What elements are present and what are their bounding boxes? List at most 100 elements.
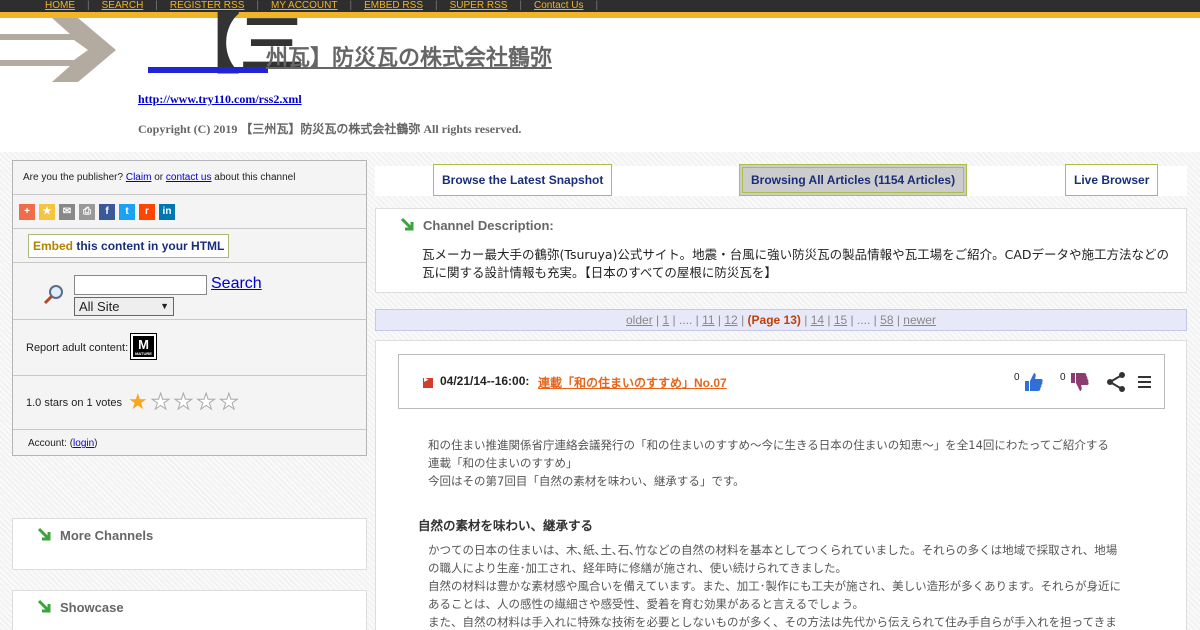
all-articles-button[interactable]: Browsing All Articles (1154 Articles)	[739, 164, 968, 196]
article-body-line: かつての日本の住まいは、木､紙､土､石､竹などの自然の材料を基本としてつくられて…	[428, 543, 1118, 557]
contact-us-link[interactable]: contact us	[166, 172, 212, 183]
or-text: or	[154, 172, 164, 183]
reddit-icon[interactable]: r	[139, 204, 155, 220]
article-body: かつての日本の住まいは、木､紙､土､石､竹などの自然の材料を基本としてつくられて…	[428, 541, 1148, 630]
star-empty-icon[interactable]: ★	[218, 390, 239, 413]
site-scope-value: All Site	[79, 299, 120, 314]
linkedin-icon[interactable]: in	[159, 204, 175, 220]
star-rating[interactable]: ★ ★ ★ ★ ★	[128, 390, 239, 413]
article-intro: 和の住まい推進関係省庁連絡会議発行の「和の住まいのすすめ～今に生きる日本の住まい…	[428, 436, 1148, 490]
rating-row: 1.0 stars on 1 votes ★ ★ ★ ★ ★	[13, 376, 366, 430]
mature-badge-sub: MATURE	[135, 351, 152, 356]
article-intro-line: 和の住まい推進関係省庁連絡会議発行の「和の住まいのすすめ～今に生きる日本の住まい…	[428, 438, 1109, 452]
pager-older[interactable]: older	[626, 313, 653, 327]
nav-separator: |	[435, 0, 438, 11]
article-title-link[interactable]: 連載「和の住まいのすすめ」No.07	[538, 374, 727, 391]
share-row: + ★ ✉ ⎙ f t r in	[13, 195, 366, 229]
article-header: 04/21/14--16:00: 連載「和の住まいのすすめ」No.07 0 0	[398, 354, 1165, 409]
article-body-line: また、自然の材料は手入れに特殊な技術を必要としないものが多く、その方法は先代から…	[428, 615, 1117, 629]
favorite-star-icon[interactable]: ★	[39, 204, 55, 220]
thumbs-down-icon[interactable]	[1068, 371, 1090, 393]
mature-badge-icon[interactable]: M MATURE	[130, 333, 157, 360]
search-row: Search All Site ▼	[13, 263, 366, 320]
site-scope-select[interactable]: All Site ▼	[74, 297, 174, 316]
pager-ellipsis: ....	[857, 313, 871, 327]
live-browser-button[interactable]: Live Browser	[1065, 164, 1159, 196]
account-row: Account: (login)	[28, 438, 98, 449]
nav-search[interactable]: SEARCH	[102, 0, 144, 12]
mature-badge-letter: M	[138, 337, 149, 352]
search-input[interactable]	[74, 275, 207, 295]
publisher-row: Are you the publisher? Claim or contact …	[13, 161, 366, 195]
article-body-line: の職人により生産･加工され、経年時に修繕が施され、使い続けられてきました。	[428, 561, 848, 575]
article-body-line: あることは、人の感性の繊細さや感受性、愛着を育む効果があると言えるでしょう。	[428, 597, 864, 611]
showcase-box: Showcase	[12, 590, 367, 630]
article-date: 04/21/14--16:00:	[440, 374, 530, 388]
article-intro-line: 今回はその第7回目「自然の素材を味わい、継承する」です。	[428, 474, 745, 488]
nav-separator: |	[349, 0, 353, 11]
facebook-icon[interactable]: f	[99, 204, 115, 220]
description-text: 瓦メーカー最大手の鶴弥(Tsuruya)公式サイト。地震・台風に強い防災瓦の製品…	[422, 247, 1170, 280]
twitter-icon[interactable]: t	[119, 204, 135, 220]
feed-url-link[interactable]: http://www.try110.com/rss2.xml	[138, 92, 302, 107]
adult-report-row: Report adult content: M MATURE	[13, 320, 366, 376]
rating-text: 1.0 stars on 1 votes	[26, 397, 122, 409]
green-arrow-icon	[37, 599, 51, 613]
email-icon[interactable]: ✉	[59, 204, 75, 220]
channel-title[interactable]: 州瓦】防災瓦の株式会社鶴弥	[266, 40, 552, 72]
embed-word: Embed	[33, 239, 74, 253]
latest-snapshot-button[interactable]: Browse the Latest Snapshot	[433, 164, 613, 196]
sidebar-panel: Are you the publisher? Claim or contact …	[12, 160, 367, 456]
star-empty-icon[interactable]: ★	[196, 390, 217, 413]
embed-button[interactable]: Embed this content in your HTML	[28, 234, 230, 258]
embed-row: Embed this content in your HTML	[13, 229, 366, 263]
chevron-down-icon: ▼	[160, 301, 169, 311]
print-icon[interactable]: ⎙	[79, 204, 95, 220]
star-empty-icon[interactable]: ★	[173, 390, 194, 413]
pager-page-1[interactable]: 1	[662, 313, 669, 327]
article-intro-line: 連載「和の住まいのすすめ」	[428, 456, 578, 470]
nav-separator: |	[519, 0, 523, 11]
article-section-heading: 自然の素材を味わい、継承する	[418, 518, 594, 533]
star-empty-icon[interactable]: ★	[150, 390, 171, 413]
menu-icon[interactable]	[1135, 371, 1157, 393]
embed-text: this content in your HTML	[76, 239, 225, 253]
star-filled-icon[interactable]: ★	[128, 391, 148, 413]
pager-page-14[interactable]: 14	[811, 313, 824, 327]
publisher-prefix: Are you the publisher?	[23, 172, 124, 183]
pager-page-58[interactable]: 58	[880, 313, 893, 327]
nav-separator: |	[87, 0, 90, 11]
share-icon[interactable]	[1105, 371, 1127, 393]
account-label: Account:	[28, 438, 67, 449]
pager-ellipsis: ....	[678, 313, 693, 327]
magnifier-icon	[43, 285, 63, 305]
arrow-logo-icon	[0, 18, 116, 82]
login-link[interactable]: login	[73, 438, 94, 449]
nav-separator: |	[595, 0, 599, 11]
more-channels-box: More Channels	[12, 518, 367, 570]
dislike-count: 0	[1060, 372, 1066, 383]
title-underline	[148, 67, 268, 73]
nav-contact-us[interactable]: Contact Us	[534, 0, 583, 12]
add-share-icon[interactable]: +	[19, 204, 35, 220]
bullet-icon	[423, 375, 433, 388]
pager-newer[interactable]: newer	[903, 313, 936, 327]
more-channels-label[interactable]: More Channels	[60, 528, 153, 543]
pager-page-11[interactable]: 11	[702, 313, 714, 327]
article-body-line: 自然の材料は豊かな素材感や風合いを備えています。また、加工･製作にも工夫が施され…	[428, 579, 1121, 593]
thumbs-up-icon[interactable]	[1022, 371, 1044, 393]
nav-separator: |	[155, 0, 158, 11]
search-button[interactable]: Search	[211, 275, 262, 293]
showcase-label[interactable]: Showcase	[60, 600, 124, 615]
pager-page-12[interactable]: 12	[724, 313, 737, 327]
channel-description-box: Channel Description: 瓦メーカー最大手の鶴弥(Tsuruya…	[375, 208, 1187, 293]
nav-super-rss[interactable]: SUPER RSS	[450, 0, 508, 12]
nav-embed-rss[interactable]: EMBED RSS	[364, 0, 423, 12]
pager-current: (Page 13)	[747, 313, 801, 327]
claim-link[interactable]: Claim	[126, 172, 152, 183]
pager-page-15[interactable]: 15	[834, 313, 847, 327]
green-arrow-icon	[400, 217, 414, 231]
publisher-suffix: about this channel	[214, 172, 296, 183]
adult-report-label: Report adult content:	[26, 342, 129, 354]
nav-home[interactable]: HOME	[45, 0, 75, 12]
